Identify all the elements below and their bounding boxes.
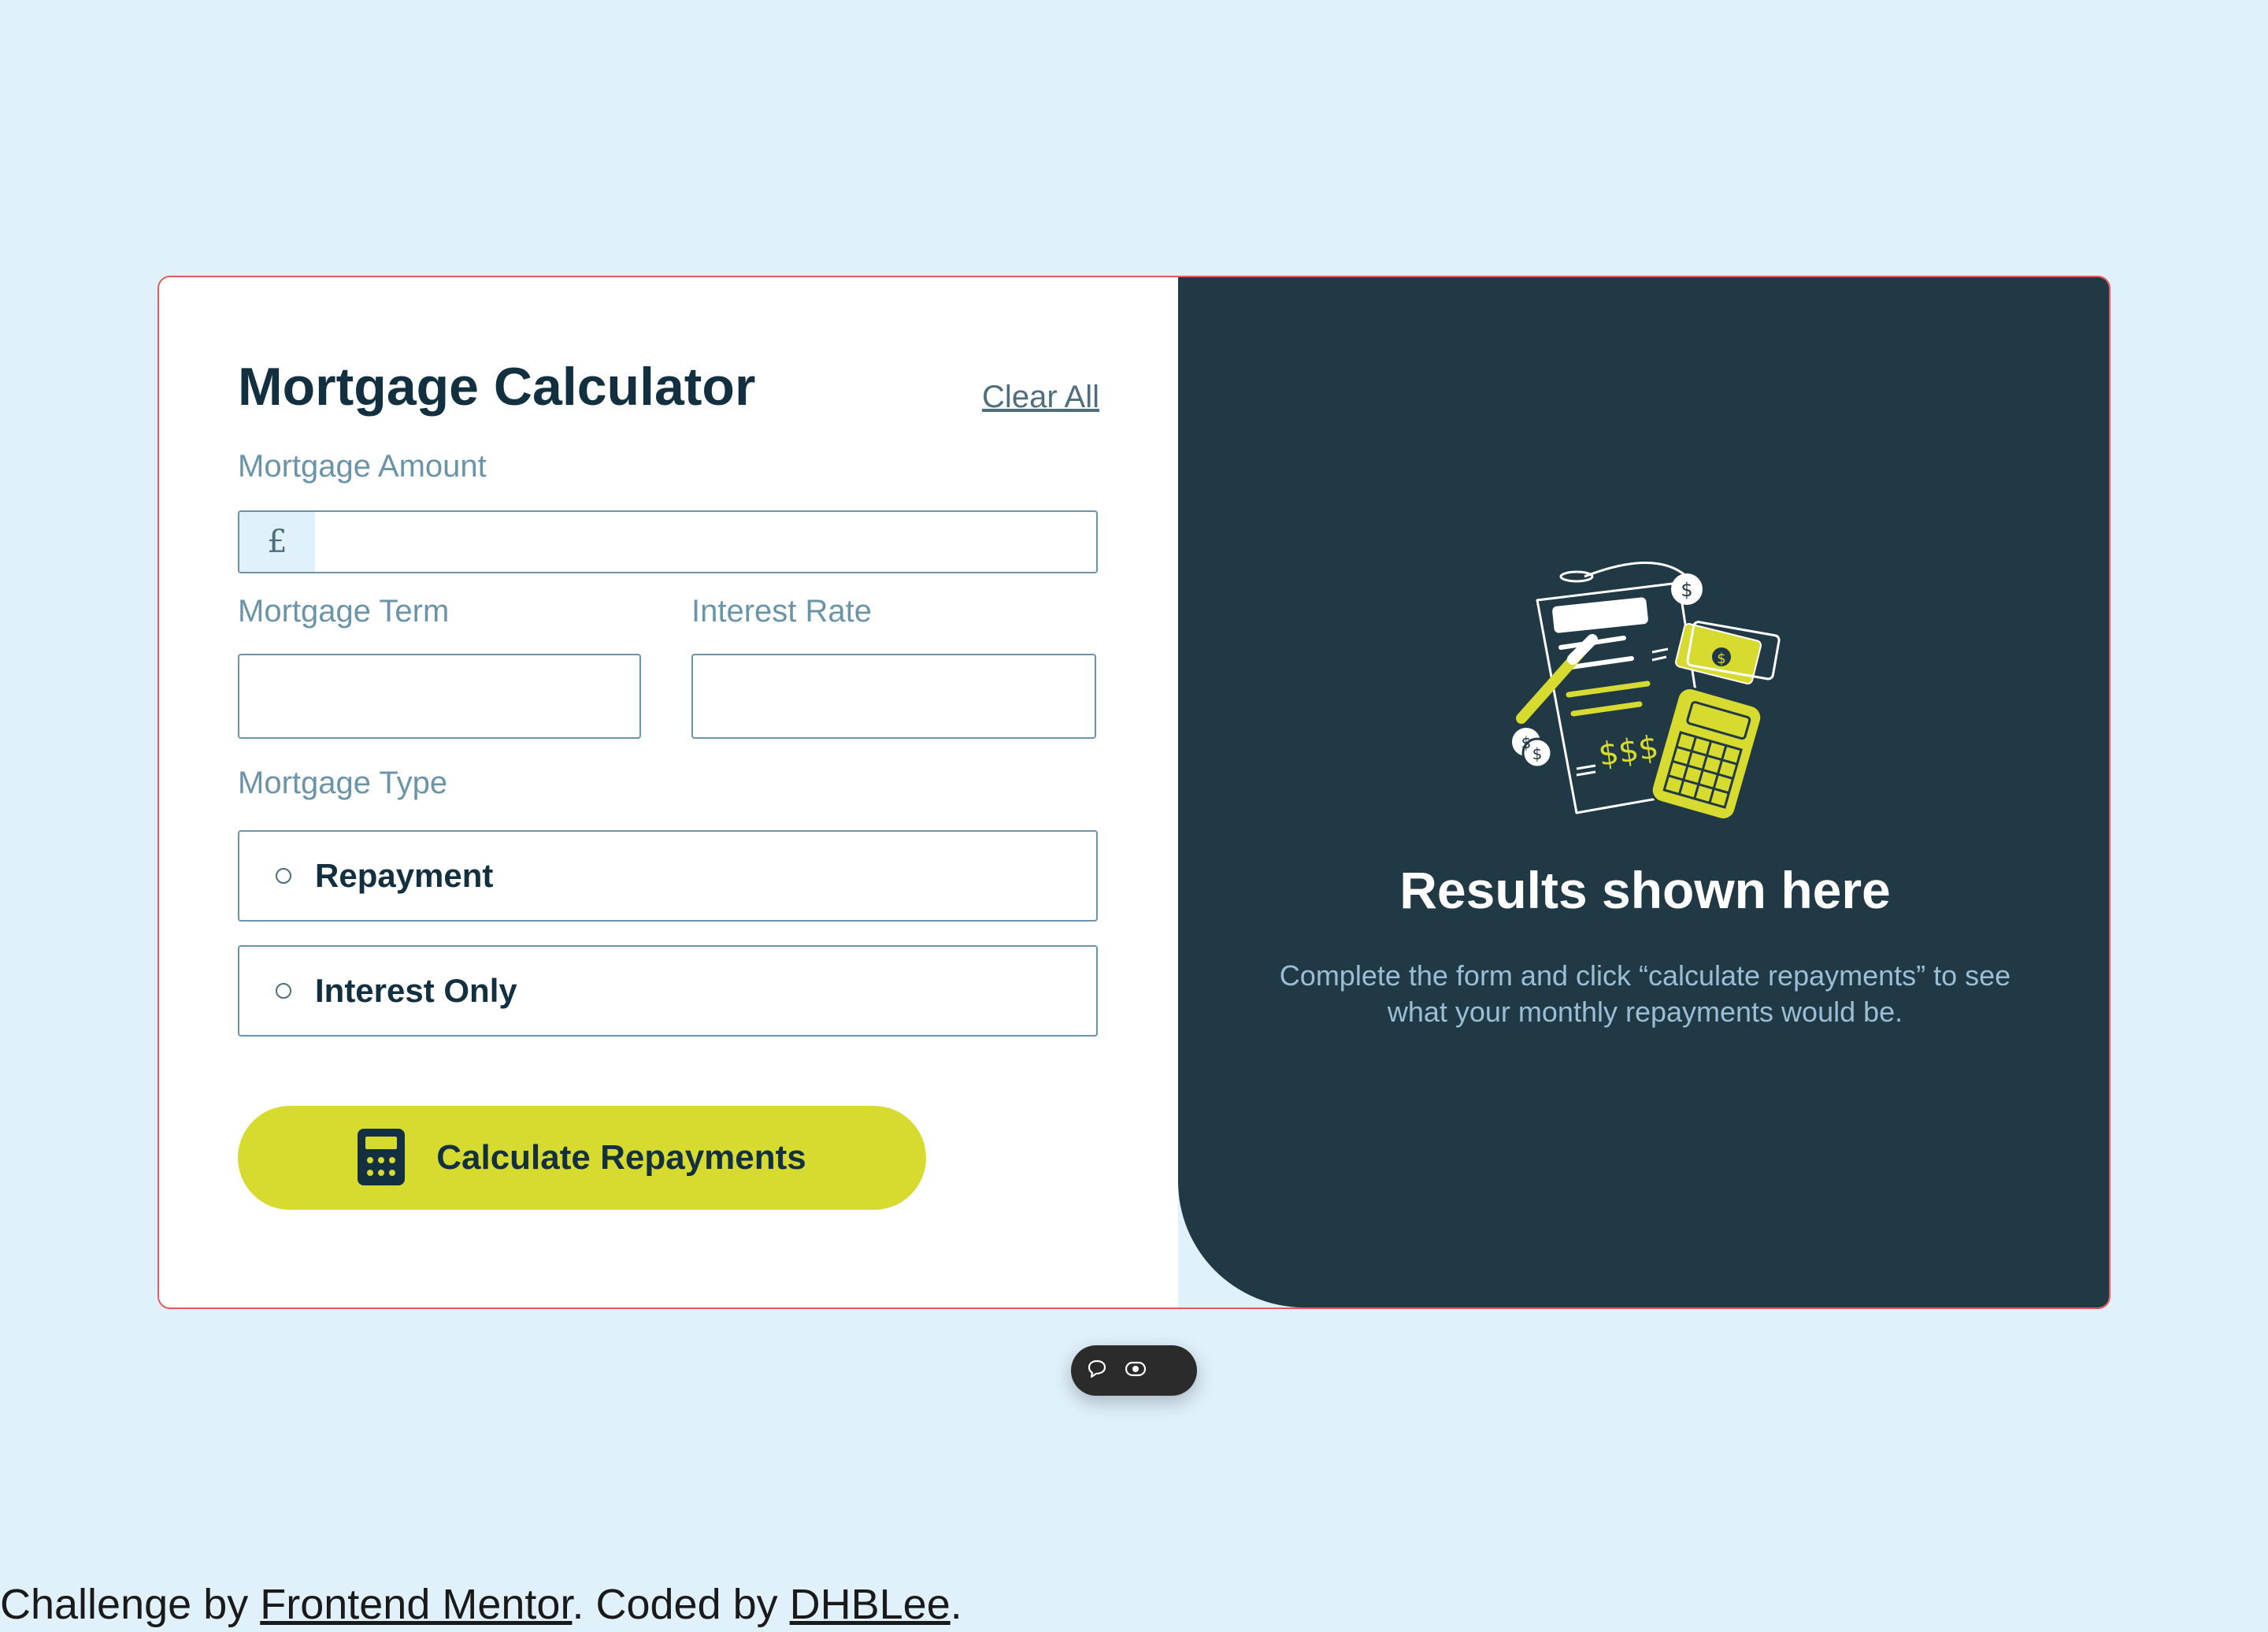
results-panel: $ $ $$$ $ $ Results shown here Complete …	[1178, 277, 2109, 1307]
radio-circle[interactable]	[276, 868, 291, 884]
eye-icon[interactable]	[1125, 1360, 1147, 1382]
mortgage-term-field: years	[238, 654, 641, 739]
radio-option-repayment[interactable]: Repayment	[238, 830, 1098, 922]
results-title: Results shown here	[1399, 861, 1891, 919]
comment-icon[interactable]	[1087, 1359, 1107, 1383]
page-title: Mortgage Calculator	[238, 357, 756, 417]
clear-all-link[interactable]: Clear All	[982, 380, 1099, 415]
interest-rate-field: %	[691, 654, 1096, 739]
mortgage-amount-field: £	[238, 510, 1098, 573]
floating-toolbar[interactable]	[1071, 1345, 1197, 1396]
svg-text:$: $	[1717, 651, 1725, 667]
mortgage-type-label: Mortgage Type	[238, 766, 448, 800]
mortgage-term-label: Mortgage Term	[238, 594, 450, 629]
svg-text:$: $	[1681, 579, 1692, 601]
radio-label-interest-only: Interest Only	[315, 972, 517, 1009]
currency-prefix: £	[239, 512, 315, 572]
footer-suffix: .	[950, 1581, 962, 1628]
frontend-mentor-link[interactable]: Frontend Mentor	[260, 1581, 572, 1628]
calculator-icon	[358, 1128, 406, 1188]
results-description: Complete the form and click “calculate r…	[1279, 959, 2011, 1028]
interest-rate-label: Interest Rate	[691, 594, 873, 629]
radio-label-repayment: Repayment	[315, 857, 494, 894]
radio-option-interest-only[interactable]: Interest Only	[238, 945, 1098, 1037]
author-link[interactable]: DHBLee	[790, 1581, 951, 1628]
svg-text:$: $	[1521, 733, 1532, 752]
calculate-button-label: Calculate Repayments	[436, 1138, 806, 1177]
svg-text:$$$: $$$	[1596, 729, 1661, 773]
footer-attribution: Challenge by Frontend Mentor. Coded by D…	[0, 1580, 962, 1629]
form-panel: Mortgage Calculator Clear All Mortgage A…	[159, 277, 1178, 1307]
calculator-card: Mortgage Calculator Clear All Mortgage A…	[158, 276, 2110, 1309]
calculate-repayments-button[interactable]: Calculate Repayments	[238, 1106, 926, 1210]
mortgage-term-input[interactable]	[239, 655, 639, 737]
radio-circle[interactable]	[276, 983, 291, 999]
mortgage-amount-label: Mortgage Amount	[238, 449, 487, 484]
mortgage-amount-input[interactable]	[315, 512, 1096, 572]
svg-text:$: $	[1532, 744, 1543, 763]
empty-results-illustration: $ $ $$$ $ $	[1498, 553, 1797, 840]
footer-middle: . Coded by	[572, 1581, 790, 1628]
footer-prefix: Challenge by	[0, 1581, 261, 1628]
interest-rate-input[interactable]	[693, 655, 1095, 737]
